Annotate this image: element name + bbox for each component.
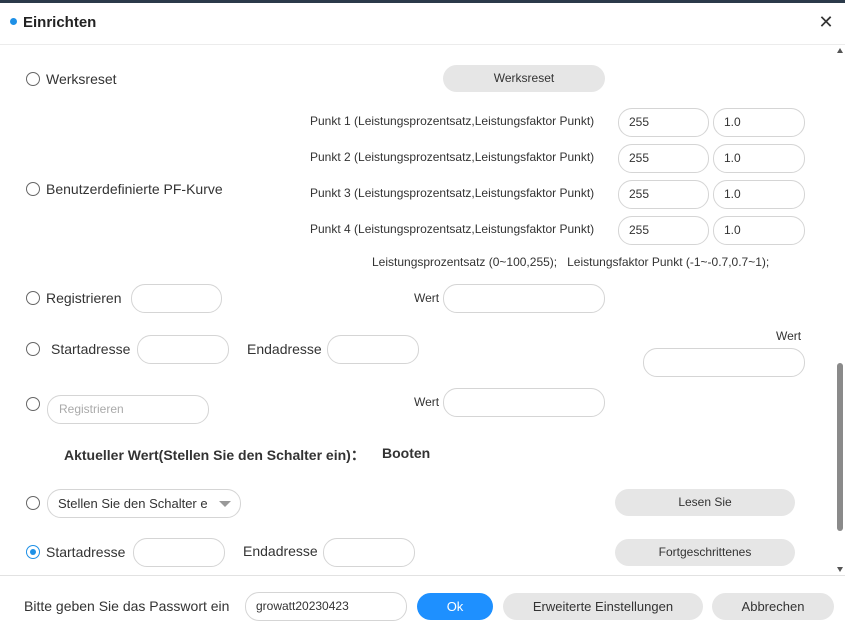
point-4-label: Punkt 4 (Leistungsprozentsatz,Leistungsf… (310, 222, 595, 236)
dialog-title: Einrichten (23, 14, 97, 31)
end-address-2-input[interactable] (323, 538, 415, 567)
register-2-value-input[interactable] (443, 388, 605, 417)
scrollbar[interactable] (836, 45, 845, 575)
radio-range[interactable] (26, 342, 40, 356)
point-2-label: Punkt 2 (Leistungsprozentsatz,Leistungsf… (310, 150, 595, 164)
end-address-input[interactable] (327, 335, 419, 364)
advanced-button[interactable]: Fortgeschrittenes (615, 539, 795, 566)
start-address-input[interactable] (137, 335, 229, 364)
pf-range-hint: Leistungsprozentsatz (0~100,255); Leistu… (372, 255, 770, 269)
point-4-percent-input[interactable]: 255 (618, 216, 709, 245)
register-2-input[interactable]: Registrieren (47, 395, 209, 424)
radio-switch[interactable] (26, 496, 40, 510)
scroll-up-icon[interactable] (837, 48, 843, 53)
password-input[interactable]: growatt20230423 (245, 592, 407, 621)
point-2-percent-input[interactable]: 255 (618, 144, 709, 173)
range-value-input[interactable] (643, 348, 805, 377)
register-2-value-label: Wert (414, 395, 440, 409)
factory-reset-button[interactable]: Werksreset (443, 65, 605, 92)
end-address-label: Endadresse (247, 341, 322, 357)
register-label: Registrieren (46, 290, 122, 306)
password-label: Bitte geben Sie das Passwort ein (24, 598, 230, 614)
scrollbar-thumb[interactable] (837, 363, 843, 531)
point-1-label: Punkt 1 (Leistungsprozentsatz,Leistungsf… (310, 114, 595, 128)
dialog-header: Einrichten ✕ (0, 3, 845, 45)
start-address-2-label: Startadresse (46, 544, 126, 560)
end-address-2-label: Endadresse (243, 543, 318, 559)
point-3-percent-input[interactable]: 255 (618, 180, 709, 209)
read-button[interactable]: Lesen Sie (615, 489, 795, 516)
title-dot-icon (10, 18, 17, 25)
point-3-label: Punkt 3 (Leistungsprozentsatz,Leistungsf… (310, 186, 595, 200)
point-1-percent-input[interactable]: 255 (618, 108, 709, 137)
start-address-2-input[interactable] (133, 538, 225, 567)
point-2-factor-input[interactable]: 1.0 (713, 144, 805, 173)
register-value-input[interactable] (443, 284, 605, 313)
close-icon[interactable]: ✕ (816, 12, 836, 32)
dialog-footer: Bitte geben Sie das Passwort ein growatt… (0, 575, 845, 626)
switch-select[interactable]: Stellen Sie den Schalter e (47, 489, 241, 518)
point-4-factor-input[interactable]: 1.0 (713, 216, 805, 245)
current-value-label: Aktueller Wert(Stellen Sie den Schalter … (64, 447, 365, 463)
advanced-settings-button[interactable]: Erweiterte Einstellungen (503, 593, 703, 620)
radio-factory-reset[interactable] (26, 72, 40, 86)
radio-register-2[interactable] (26, 397, 40, 411)
radio-pf-curve[interactable] (26, 182, 40, 196)
factory-reset-label: Werksreset (46, 71, 117, 87)
chevron-down-icon (219, 501, 231, 507)
start-address-label: Startadresse (51, 341, 131, 357)
scroll-down-icon[interactable] (837, 567, 843, 572)
register-value-label: Wert (414, 291, 440, 305)
pf-curve-label: Benutzerdefinierte PF-Kurve (46, 181, 223, 197)
current-value: Booten (382, 445, 431, 461)
radio-range-2[interactable] (26, 545, 40, 559)
radio-register[interactable] (26, 291, 40, 305)
register-input[interactable] (131, 284, 222, 313)
point-1-factor-input[interactable]: 1.0 (713, 108, 805, 137)
range-value-label: Wert (776, 329, 802, 343)
ok-button[interactable]: Ok (417, 593, 493, 620)
cancel-button[interactable]: Abbrechen (712, 593, 834, 620)
point-3-factor-input[interactable]: 1.0 (713, 180, 805, 209)
